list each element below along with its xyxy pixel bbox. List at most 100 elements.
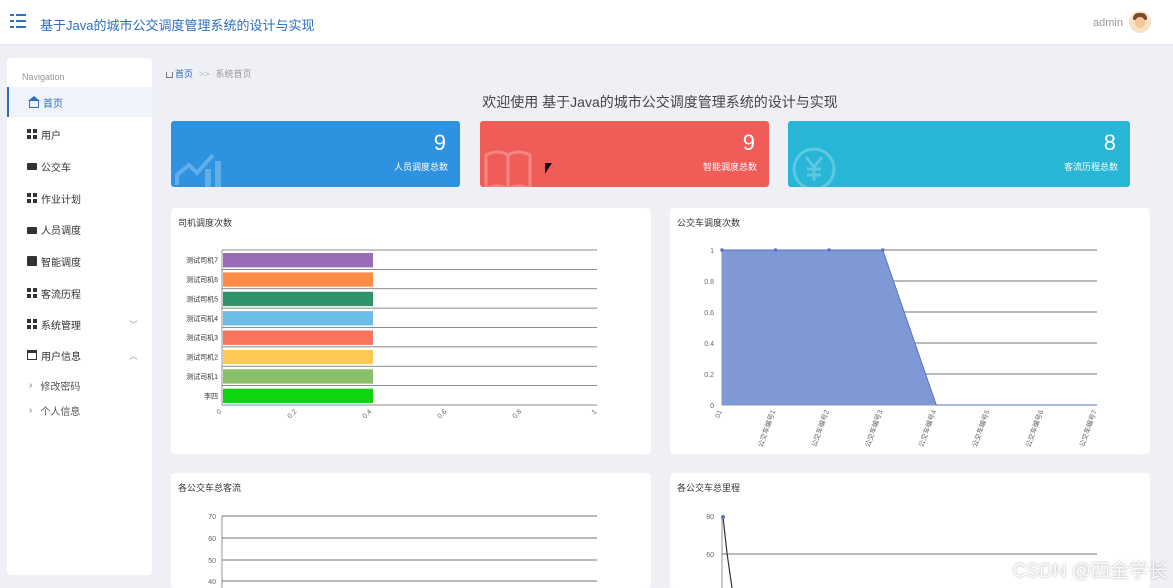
grid-icon bbox=[27, 193, 37, 203]
welcome-heading: 欢迎使用 基于Java的城市公交调度管理系统的设计与实现 bbox=[482, 94, 838, 110]
sidebar-item-label: 用户 bbox=[41, 130, 61, 142]
tick-label: 60 bbox=[706, 552, 714, 559]
tick-label: 测试司机1 bbox=[186, 372, 218, 381]
chart-card-driver-dispatch: 司机调度次数 李四 测试司机1 测试司机2 测试司机3 测试司机4 测试司机5 测试司机6 测… bbox=[171, 208, 651, 454]
sidebar-item-passenger-history[interactable]: 客流历程 bbox=[7, 278, 152, 308]
sidebar-item-label: 作业计划 bbox=[41, 194, 81, 206]
bar bbox=[223, 349, 373, 365]
stat-card-staff-dispatch[interactable]: 9 人员调度总数 bbox=[171, 121, 460, 187]
clipboard-check-icon bbox=[27, 256, 37, 266]
sidebar-item-system-admin[interactable]: 系统管理 ﹀ bbox=[7, 309, 152, 339]
yen-icon bbox=[792, 147, 836, 187]
tick-label: 李四 bbox=[204, 391, 218, 400]
tick-label: 测试司机7 bbox=[186, 256, 218, 265]
sidebar-item-staff-dispatch[interactable]: 人员调度 bbox=[7, 214, 152, 244]
tick-label: 80 bbox=[706, 514, 714, 521]
sidebar-item-label: 首页 bbox=[43, 98, 63, 110]
chevron-right-icon: › bbox=[29, 404, 33, 416]
tick-label: 0.2 bbox=[704, 372, 714, 379]
sidebar-item-home[interactable]: 首页 bbox=[7, 87, 152, 117]
stat-value: 8 bbox=[1103, 130, 1116, 155]
chevron-right-icon: › bbox=[29, 379, 33, 391]
tick-label: 测试司机2 bbox=[186, 353, 218, 362]
stat-card-passenger-history[interactable]: 8 客流历程总数 bbox=[788, 121, 1130, 187]
tick-label: 0.4 bbox=[704, 341, 714, 348]
bus-dispatch-chart: 0 0.2 0.4 0.6 0.8 1 01 公交车编号1 公交车编号2 公交车编号3 公交车编号4… bbox=[704, 248, 1099, 449]
stat-value: 9 bbox=[742, 130, 755, 155]
nav-heading: Navigation bbox=[22, 72, 65, 82]
tick-label: 公交车编号6 bbox=[1024, 409, 1046, 449]
sidebar-item-bus[interactable]: 公交车 bbox=[7, 151, 152, 181]
breadcrumb-home[interactable]: 首页 bbox=[175, 67, 193, 80]
tick-label: 测试司机3 bbox=[186, 333, 218, 342]
subitem-profile[interactable]: › 个人信息 bbox=[7, 398, 152, 422]
breadcrumb-current: 系统首页 bbox=[215, 69, 252, 79]
tick-label: 测试司机5 bbox=[186, 294, 218, 303]
stat-value: 9 bbox=[433, 130, 446, 155]
bar bbox=[223, 311, 373, 326]
tick-label: 公交车编号5 bbox=[970, 409, 992, 449]
tick-label: 公交车编号7 bbox=[1077, 409, 1099, 449]
bus-passengers-chart: 40 50 60 70 bbox=[208, 514, 597, 588]
stat-label: 人员调度总数 bbox=[393, 162, 448, 172]
sidebar-item-label: 公交车 bbox=[41, 162, 71, 174]
sidebar: Navigation 首页 用户 公交车 作业计划 人员调度 智能调度 客流历程… bbox=[7, 58, 152, 575]
tick-label: 50 bbox=[208, 558, 216, 565]
chart-card-bus-dispatch: 公交车调度次数 0 0.2 0.4 0.6 0.8 1 01 公交车编号1 公交车编号2 公交车编… bbox=[670, 208, 1150, 454]
sidebar-item-user-info[interactable]: 用户信息 ︿ bbox=[7, 340, 152, 370]
sidebar-item-smart-dispatch[interactable]: 智能调度 bbox=[7, 246, 152, 276]
driver-dispatch-chart: 李四 测试司机1 测试司机2 测试司机3 测试司机4 测试司机5 测试司机6 测试司机7 0 0.… bbox=[186, 249, 599, 420]
tick-label: 70 bbox=[208, 514, 216, 521]
top-bar: 基于Java的城市公交调度管理系统的设计与实现 admin bbox=[0, 0, 1173, 45]
grid-icon bbox=[27, 129, 37, 139]
sidebar-item-label: 用户信息 bbox=[41, 351, 81, 363]
stat-card-smart-dispatch[interactable]: 9 智能调度总数 bbox=[480, 121, 769, 187]
tick-label: 公交车编号1 bbox=[756, 409, 778, 449]
tick-label: 测试司机6 bbox=[186, 275, 218, 284]
tick-label: 0.8 bbox=[512, 408, 524, 420]
data-point bbox=[720, 248, 724, 252]
home-icon bbox=[166, 71, 173, 78]
bar bbox=[223, 369, 373, 384]
tick-label: 0.8 bbox=[704, 279, 714, 286]
chart-up-icon bbox=[175, 153, 221, 187]
data-point bbox=[721, 515, 725, 519]
bar bbox=[223, 330, 373, 345]
sidebar-item-users[interactable]: 用户 bbox=[7, 119, 152, 149]
tick-label: 0.2 bbox=[287, 408, 299, 420]
bar bbox=[223, 272, 373, 287]
briefcase-icon bbox=[27, 226, 37, 234]
tick-label: 0 bbox=[710, 403, 714, 410]
chevron-down-icon: ﹀ bbox=[128, 319, 138, 330]
sidebar-item-label: 系统管理 bbox=[41, 320, 81, 332]
grid-icon bbox=[27, 288, 37, 298]
grid-icon bbox=[27, 319, 37, 329]
subitem-label: 个人信息 bbox=[40, 406, 81, 418]
tick-label: 0.4 bbox=[362, 408, 374, 420]
chart-card-bus-passengers: 各公交车总客流 40 50 60 70 bbox=[171, 473, 651, 588]
watermark: CSDN @四金学长 bbox=[1012, 561, 1167, 582]
breadcrumb-separator: >> bbox=[199, 68, 210, 79]
bar bbox=[223, 291, 373, 307]
stat-label: 智能调度总数 bbox=[702, 162, 757, 172]
tick-label: 1 bbox=[591, 408, 599, 416]
tick-label: 01 bbox=[715, 409, 724, 419]
window-icon bbox=[27, 350, 37, 360]
avatar[interactable] bbox=[1129, 11, 1151, 33]
breadcrumb: 首页 >> 系统首页 bbox=[166, 67, 252, 80]
home-icon bbox=[28, 95, 40, 108]
menu-toggle-icon[interactable] bbox=[10, 14, 26, 28]
sidebar-item-work-plan[interactable]: 作业计划 bbox=[7, 183, 152, 213]
sidebar-item-label: 人员调度 bbox=[41, 225, 81, 237]
series-line bbox=[722, 516, 733, 588]
bar bbox=[223, 388, 373, 403]
tick-label: 0.6 bbox=[437, 408, 449, 420]
data-point bbox=[880, 248, 885, 252]
tick-label: 0.6 bbox=[704, 310, 714, 317]
mouse-cursor-icon bbox=[545, 163, 552, 174]
user-name[interactable]: admin bbox=[1093, 17, 1123, 29]
app-title: 基于Java的城市公交调度管理系统的设计与实现 bbox=[40, 18, 315, 33]
chat-icon bbox=[27, 162, 37, 170]
data-point bbox=[773, 248, 778, 252]
subitem-change-password[interactable]: › 修改密码 bbox=[7, 373, 152, 397]
